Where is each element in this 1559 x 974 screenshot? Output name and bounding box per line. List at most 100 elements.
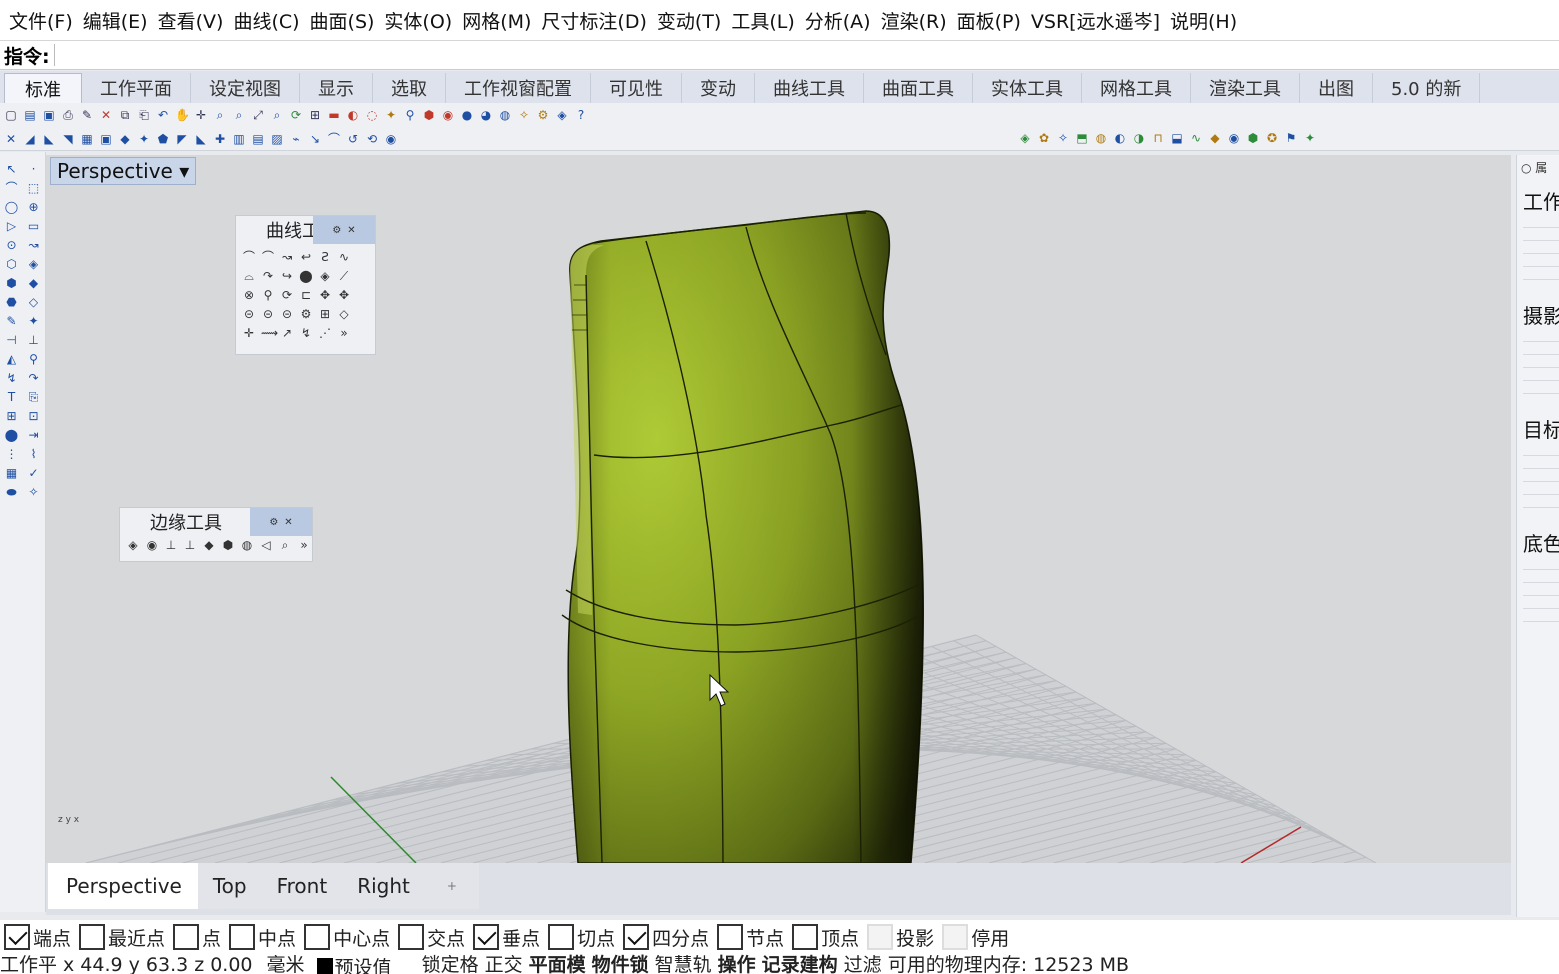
sidebar-tool-icon[interactable]: ↝ <box>26 238 41 252</box>
close-icon[interactable]: ✕ <box>284 517 292 528</box>
toolbar-tool-icon[interactable]: ↶ <box>156 108 170 122</box>
sidebar-tool-icon[interactable]: ▭ <box>26 219 41 233</box>
menu-item[interactable]: 曲线(C) <box>228 7 304 34</box>
toolbar-tab[interactable]: 设定视图 <box>191 73 300 103</box>
curve-tool-icon[interactable]: ⊝ <box>280 307 294 321</box>
curve-tool-icon[interactable]: ◈ <box>318 269 332 283</box>
toolbar-tab[interactable]: 曲面工具 <box>864 73 973 103</box>
toolbar-tool-icon[interactable]: ⌕ <box>270 108 284 122</box>
osnap-checkbox[interactable] <box>867 924 894 950</box>
curve-tool-icon[interactable]: ⊝ <box>261 307 275 321</box>
toolbar-tab[interactable]: 渲染工具 <box>1191 73 1300 103</box>
toolbar-tool-icon[interactable]: ◌ <box>365 108 379 122</box>
toolbar-tool-icon[interactable]: ✚ <box>213 132 227 146</box>
toolbar-tool-icon[interactable]: ◢ <box>23 132 37 146</box>
sidebar-tool-icon[interactable]: ⬚ <box>26 181 41 195</box>
sidebar-tool-icon[interactable]: ▷ <box>4 219 19 233</box>
toolbar-tab[interactable]: 工作平面 <box>82 73 191 103</box>
sidebar-tool-icon[interactable]: ⊕ <box>26 200 41 214</box>
edge-tool-icon[interactable]: ⬢ <box>221 538 235 552</box>
curve-tools-panel[interactable]: 曲线工 ⚙ ✕ ⌒ ⌒ ↝ ↩ Ƨ ∿ ⌓ ↷ ↪ ⬤ ◈ ⟋ ⊗ ⚲ ⟳ ⊏ ✥ ✥ ⊝ ⊝ ⊝ ⚙ ⊞ ◇ ✛ ⟿ ↗ ↯ ⋰» <box>235 215 376 355</box>
ortho-toggle[interactable]: 正交 <box>485 954 523 974</box>
toolbar-tab[interactable]: 出图 <box>1300 73 1373 103</box>
sidebar-tool-icon[interactable]: ⊙ <box>4 238 19 252</box>
toolbar-tool-icon[interactable]: ✎ <box>80 108 94 122</box>
sidebar-tool-icon[interactable]: ⊡ <box>26 409 41 423</box>
command-input[interactable] <box>53 44 1534 66</box>
menu-item[interactable]: 文件(F) <box>4 7 78 34</box>
toolbar-tool-icon[interactable]: ▣ <box>99 132 113 146</box>
toolbar-tool-icon[interactable]: ⟳ <box>289 108 303 122</box>
menu-item[interactable]: 渲染(R) <box>876 7 952 34</box>
curve-tool-icon[interactable]: ↗ <box>280 326 294 340</box>
toolbar-tool-icon[interactable]: ⬒ <box>1075 131 1089 145</box>
curve-tool-icon[interactable]: ⚙ <box>299 307 313 321</box>
curve-tools-header[interactable]: 曲线工 ⚙ ✕ <box>236 216 375 244</box>
menu-item[interactable]: 面板(P) <box>952 7 1026 34</box>
curve-tool-icon[interactable]: ↩ <box>299 250 313 264</box>
curve-tool-icon[interactable]: ⌒ <box>242 250 256 264</box>
osnap-option[interactable]: 中点 <box>229 924 296 951</box>
osnap-option[interactable]: 切点 <box>548 924 615 951</box>
osnap-checkbox[interactable] <box>229 924 256 950</box>
menu-item[interactable]: 尺寸标注(D) <box>536 7 651 34</box>
curve-tool-icon[interactable]: ↷ <box>261 269 275 283</box>
toolbar-tool-icon[interactable]: ⎗ <box>137 108 151 122</box>
toolbar-tab[interactable]: 工作视窗配置 <box>446 73 591 103</box>
osnap-option[interactable]: 垂点 <box>473 924 540 951</box>
curve-tool-icon[interactable]: ⚲ <box>261 288 275 302</box>
curve-tool-icon[interactable]: ✛ <box>242 326 256 340</box>
toolbar-tool-icon[interactable]: ◆ <box>1208 131 1222 145</box>
toolbar-tool-icon[interactable]: ? <box>574 108 588 122</box>
menu-item[interactable]: 工具(L) <box>726 7 799 34</box>
sidebar-tool-icon[interactable]: ⊞ <box>4 409 19 423</box>
toolbar-tool-icon[interactable]: ⤢ <box>251 108 265 122</box>
toolbar-tab[interactable]: 曲线工具 <box>755 73 864 103</box>
edge-tool-icon[interactable]: ◁ <box>259 538 273 552</box>
osnap-option[interactable]: 点 <box>173 924 221 951</box>
sidebar-tool-icon[interactable]: · <box>26 162 41 176</box>
sidebar-tool-icon[interactable]: ⎘ <box>26 390 41 404</box>
toolbar-tab[interactable]: 网格工具 <box>1082 73 1191 103</box>
menu-item[interactable]: 网格(M) <box>457 7 536 34</box>
curve-tool-icon[interactable]: ⌓ <box>242 269 256 283</box>
toolbar-tool-icon[interactable]: ◈ <box>1018 131 1032 145</box>
edge-tools-header[interactable]: 边缘工具 ⚙ ✕ <box>120 508 312 536</box>
toolbar-tool-icon[interactable]: ◥ <box>61 132 75 146</box>
toolbar-tool-icon[interactable]: ▬ <box>327 108 341 122</box>
curve-tool-icon[interactable]: ⊏ <box>299 288 313 302</box>
curve-tool-icon[interactable]: ∿ <box>337 250 351 264</box>
sidebar-tool-icon[interactable]: ▦ <box>4 466 19 480</box>
curve-tool-icon[interactable]: ✥ <box>318 288 332 302</box>
curve-tool-icon[interactable]: Ƨ <box>318 250 332 264</box>
close-icon[interactable]: ✕ <box>347 225 355 236</box>
viewport-tab[interactable]: Front <box>261 863 343 909</box>
layer-indicator[interactable]: 预设值 <box>316 954 392 974</box>
sidebar-tool-icon[interactable]: T <box>4 390 19 404</box>
toolbar-tool-icon[interactable]: ⬢ <box>1246 131 1260 145</box>
curve-tool-icon[interactable]: ◇ <box>337 307 351 321</box>
toolbar-tool-icon[interactable]: ▣ <box>42 108 56 122</box>
menu-item[interactable]: 分析(A) <box>800 7 876 34</box>
toolbar-tool-icon[interactable]: ◍ <box>1094 131 1108 145</box>
menu-item[interactable]: VSR[远水遥岑] <box>1026 7 1165 34</box>
curve-tool-icon[interactable]: ⬤ <box>299 269 313 283</box>
sidebar-tool-icon[interactable]: ✓ <box>26 466 41 480</box>
menu-item[interactable]: 变动(T) <box>652 7 726 34</box>
panel-controls[interactable]: ⚙ ✕ <box>250 508 312 536</box>
osnap-checkbox[interactable] <box>79 924 106 950</box>
osnap-option[interactable]: 中心点 <box>304 924 390 951</box>
sidebar-tool-icon[interactable]: ⬢ <box>4 276 19 290</box>
osnap-checkbox[interactable] <box>942 924 969 950</box>
gear-icon[interactable]: ⚙ <box>269 517 278 528</box>
properties-tab[interactable]: ○ 属 <box>1517 155 1559 180</box>
osnap-option[interactable]: 停用 <box>942 924 1009 951</box>
curve-tool-icon[interactable]: ⌒ <box>261 250 275 264</box>
sidebar-tool-icon[interactable]: ✧ <box>26 485 41 499</box>
edge-tool-icon[interactable]: » <box>297 538 311 552</box>
toolbar-tool-icon[interactable]: ⊓ <box>1151 131 1165 145</box>
toolbar-tool-icon[interactable]: ▦ <box>80 132 94 146</box>
edge-tool-icon[interactable]: ◉ <box>145 538 159 552</box>
curve-tool-icon[interactable]: ⟿ <box>261 326 278 340</box>
edge-tool-icon[interactable]: ◆ <box>202 538 216 552</box>
